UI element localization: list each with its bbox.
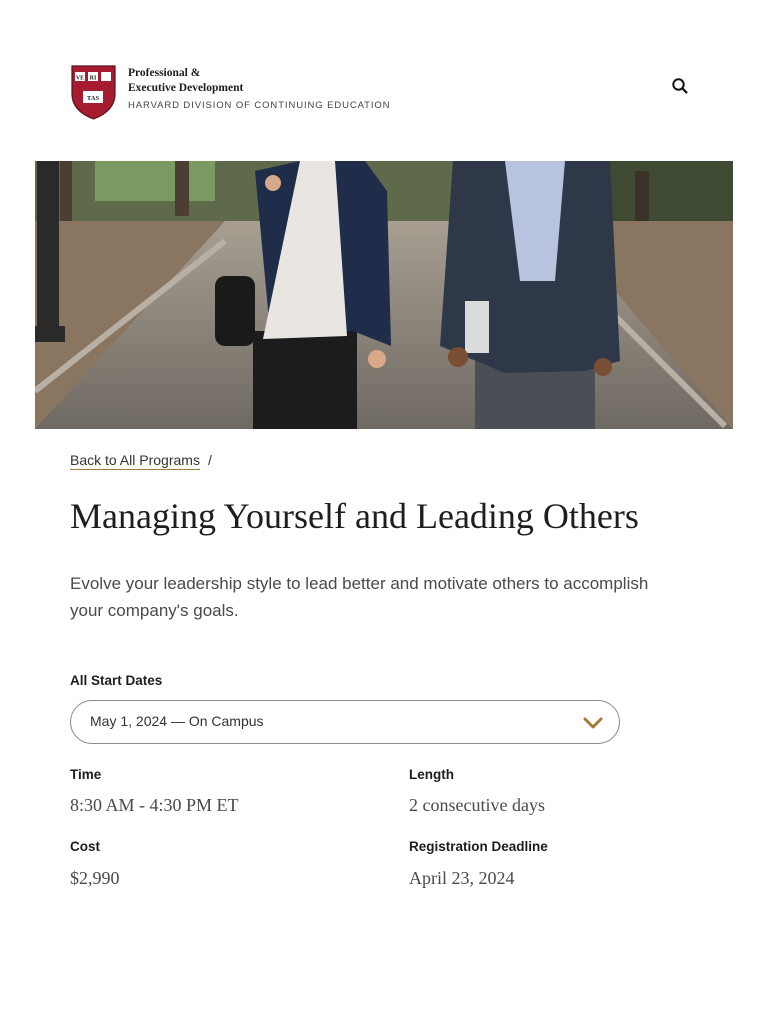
breadcrumb: Back to All Programs / <box>70 452 212 470</box>
shield-text-ri: RI <box>90 76 97 82</box>
breadcrumb-separator: / <box>207 452 212 468</box>
length-value: 2 consecutive days <box>409 795 545 815</box>
chevron-down-icon <box>583 717 603 729</box>
length-label: Length <box>409 767 454 782</box>
page-title: Managing Yourself and Leading Others <box>70 496 639 536</box>
time-label: Time <box>70 767 102 782</box>
start-dates-label: All Start Dates <box>70 673 163 688</box>
start-date-selected-value: May 1, 2024 — On Campus <box>90 713 264 729</box>
time-value: 8:30 AM - 4:30 PM ET <box>70 795 239 815</box>
brand-division: HARVARD DIVISION OF CONTINUING EDUCATION <box>128 100 391 111</box>
brand-name: Professional & <box>128 67 201 79</box>
start-date-select[interactable]: May 1, 2024 — On Campus <box>70 700 620 744</box>
harvard-shield-logo[interactable]: VE RI TAS <box>70 64 117 121</box>
brand-subname: Executive Development <box>128 82 244 94</box>
shield-text-tas: TAS <box>87 95 100 102</box>
search-icon <box>672 78 688 94</box>
search-button[interactable] <box>670 76 690 96</box>
hero-image <box>35 161 733 429</box>
site-header: VE RI TAS Professional & Executive Devel… <box>70 64 700 124</box>
cost-label: Cost <box>70 839 100 854</box>
cost-value: $2,990 <box>70 868 120 888</box>
program-description: Evolve your leadership style to lead bet… <box>70 574 649 620</box>
registration-deadline-label: Registration Deadline <box>409 839 548 854</box>
shield-text-ve: VE <box>76 76 84 82</box>
registration-deadline-value: April 23, 2024 <box>409 868 515 888</box>
back-to-programs-link[interactable]: Back to All Programs <box>70 452 200 470</box>
